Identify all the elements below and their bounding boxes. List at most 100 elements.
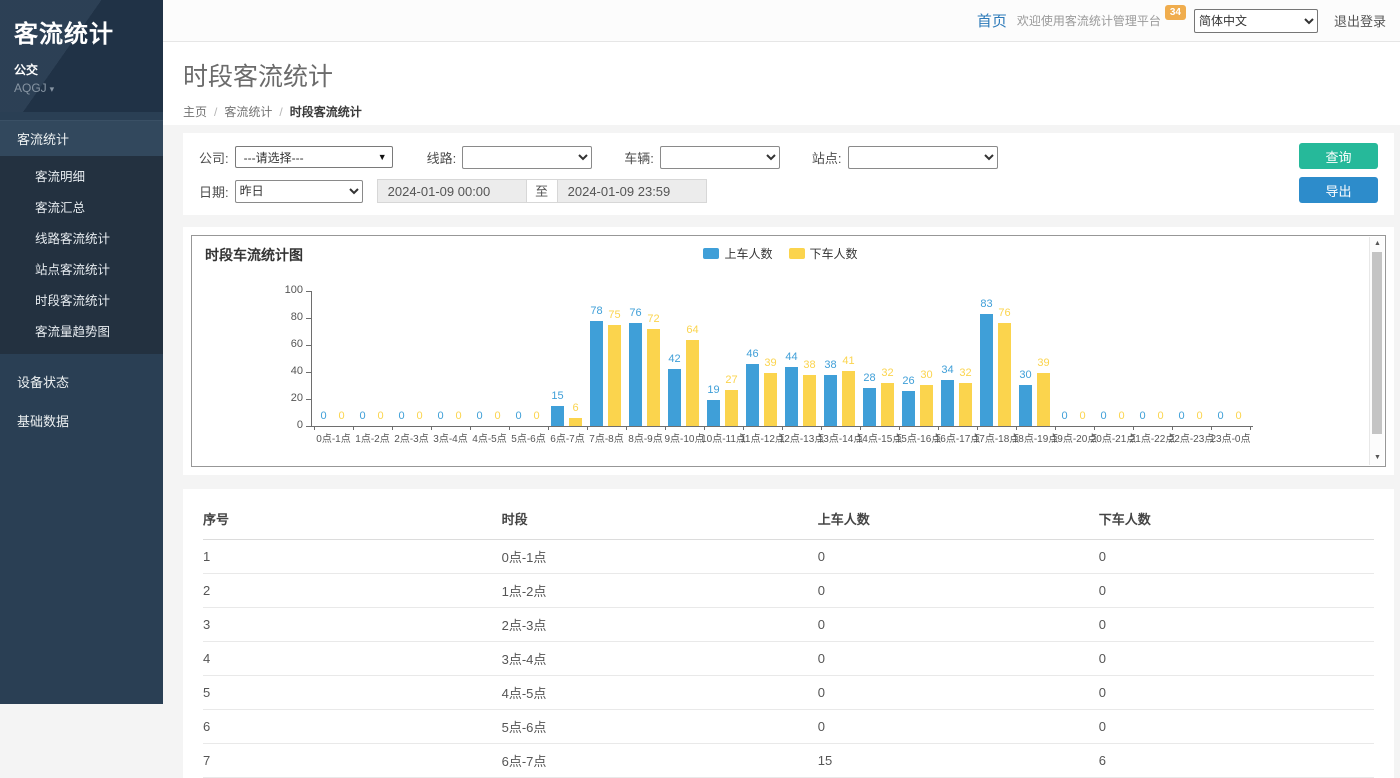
vehicle-select[interactable] [660, 146, 780, 169]
table-cell: 0 [818, 574, 1099, 608]
caret-down-icon: ▾ [50, 84, 55, 94]
y-tick [306, 426, 311, 427]
sidebar-subitem-客流明细[interactable]: 客流明细 [0, 160, 163, 191]
chart-scrollbar[interactable]: ▲ ▼ [1369, 237, 1384, 465]
table-cell: 0 [818, 608, 1099, 642]
page-title: 时段客流统计 [183, 57, 1400, 93]
date-start-input[interactable] [377, 179, 527, 203]
y-tick [306, 345, 311, 346]
chart-bar [824, 375, 837, 426]
bar-value-label: 0 [523, 410, 550, 422]
company-select[interactable]: ---请选择--- ▼ [235, 146, 393, 168]
logout-link[interactable]: 退出登录 [1334, 11, 1386, 30]
table-cell: 15 [818, 744, 1099, 778]
chart-bar [590, 321, 603, 426]
bar-value-label: 32 [952, 367, 979, 379]
bar-value-label: 39 [1030, 357, 1057, 369]
sidebar-header: 客流统计 公交 AQGJ▾ [0, 0, 163, 112]
table-cell: 0点-1点 [502, 540, 818, 574]
chart-bar [647, 329, 660, 426]
sidebar-item-基础数据[interactable]: 基础数据 [0, 403, 163, 438]
sidebar-item-客流统计[interactable]: 客流统计 [0, 120, 163, 156]
chart-bar [863, 388, 876, 426]
query-button[interactable]: 查询 [1299, 143, 1378, 169]
station-label: 站点: [812, 148, 842, 167]
welcome-text: 欢迎使用客流统计管理平台 [1017, 12, 1161, 29]
chart-bar [686, 340, 699, 426]
date-range-to-label: 至 [527, 179, 557, 203]
line-label: 线路: [427, 148, 457, 167]
language-select[interactable]: 简体中文 [1194, 9, 1318, 33]
y-tick [306, 318, 311, 319]
home-link[interactable]: 首页 [977, 10, 1007, 31]
content-area: 公司: ---请选择--- ▼ 线路: 车辆: 站点: 日期: 昨日 至 查询 [163, 125, 1400, 778]
sidebar-subitem-线路客流统计[interactable]: 线路客流统计 [0, 222, 163, 253]
chart-bar [569, 418, 582, 426]
bar-value-label: 27 [718, 374, 745, 386]
legend-item-下车人数[interactable]: 下车人数 [789, 245, 858, 262]
chart-bar [725, 390, 738, 426]
user-menu[interactable]: AQGJ▾ [14, 81, 149, 95]
table-row: 43点-4点00 [203, 642, 1374, 676]
table-row: 32点-3点00 [203, 608, 1374, 642]
table-cell: 5 [203, 676, 502, 710]
sidebar-subitem-客流汇总[interactable]: 客流汇总 [0, 191, 163, 222]
date-preset-select[interactable]: 昨日 [235, 180, 363, 203]
breadcrumb-separator: / [214, 105, 217, 119]
y-tick [306, 372, 311, 373]
table-cell: 0 [1099, 642, 1374, 676]
table-row: 65点-6点00 [203, 710, 1374, 744]
table-cell: 4 [203, 642, 502, 676]
company-label: 公司: [199, 148, 229, 167]
table-cell: 1点-2点 [502, 574, 818, 608]
chart-bar [785, 367, 798, 426]
chart-bar [941, 380, 954, 426]
chart-bar [1019, 385, 1032, 426]
scroll-up-icon[interactable]: ▲ [1370, 237, 1385, 251]
table-header-序号: 序号 [203, 501, 502, 540]
chart-box: 0204060801000点-1点001点-2点002点-3点003点-4点00… [191, 235, 1386, 467]
y-tick-label: 40 [269, 365, 303, 377]
table-cell: 4点-5点 [502, 676, 818, 710]
breadcrumb-parent[interactable]: 客流统计 [224, 105, 272, 119]
chart-bar [1037, 373, 1050, 426]
caret-down-icon: ▼ [378, 152, 387, 162]
y-axis-line [311, 291, 312, 426]
date-end-input[interactable] [557, 179, 707, 203]
breadcrumb-separator: / [279, 105, 282, 119]
page-header: 时段客流统计 主页/客流统计/时段客流统计 [163, 42, 1400, 125]
data-table-panel: 序号时段上车人数下车人数 10点-1点0021点-2点0032点-3点0043点… [183, 489, 1394, 778]
scrollbar-thumb[interactable] [1372, 252, 1382, 434]
sidebar-subitem-时段客流统计[interactable]: 时段客流统计 [0, 284, 163, 315]
table-cell: 0 [818, 676, 1099, 710]
table-row: 76点-7点156 [203, 744, 1374, 778]
legend-item-上车人数[interactable]: 上车人数 [703, 245, 772, 262]
table-cell: 6 [203, 710, 502, 744]
sidebar-menu: 客流统计客流明细客流汇总线路客流统计站点客流统计时段客流统计客流量趋势图设备状态… [0, 120, 163, 438]
station-select[interactable] [848, 146, 998, 169]
table-cell: 6点-7点 [502, 744, 818, 778]
bar-value-label: 15 [544, 390, 571, 402]
sidebar-subitem-客流量趋势图[interactable]: 客流量趋势图 [0, 315, 163, 346]
sidebar-subitem-站点客流统计[interactable]: 站点客流统计 [0, 253, 163, 284]
sidebar-item-设备状态[interactable]: 设备状态 [0, 364, 163, 399]
top-navbar: 首页 欢迎使用客流统计管理平台 34 简体中文 退出登录 [163, 0, 1400, 42]
breadcrumb-home[interactable]: 主页 [183, 105, 207, 119]
line-select[interactable] [462, 146, 592, 169]
main-area: 首页 欢迎使用客流统计管理平台 34 简体中文 退出登录 时段客流统计 主页 / 客… [163, 0, 1400, 704]
chart-bar [746, 364, 759, 426]
table-header-row: 序号时段上车人数下车人数 [203, 501, 1374, 540]
table-row: 54点-5点00 [203, 676, 1374, 710]
y-tick-label: 20 [269, 392, 303, 404]
bar-value-label: 76 [991, 307, 1018, 319]
y-tick-label: 0 [269, 419, 303, 431]
scroll-down-icon[interactable]: ▼ [1370, 451, 1385, 465]
export-button[interactable]: 导出 [1299, 177, 1378, 203]
chart-bar [980, 314, 993, 426]
chart-bar [842, 371, 855, 426]
chart-bar [764, 373, 777, 426]
bar-value-label: 42 [661, 353, 688, 365]
table-header-上车人数: 上车人数 [818, 501, 1099, 540]
chart-panel: 0204060801000点-1点001点-2点002点-3点003点-4点00… [183, 227, 1394, 475]
legend-label: 上车人数 [724, 245, 772, 262]
